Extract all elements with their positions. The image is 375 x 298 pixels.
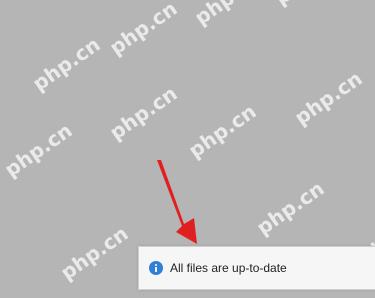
watermark-text: php.cn	[56, 221, 133, 285]
watermark-text: php.cn	[28, 32, 105, 96]
arrow-shape	[157, 160, 197, 244]
watermark-text: php.cn	[0, 118, 77, 182]
notification-message: All files are up-to-date	[170, 261, 287, 275]
watermark-text: php.cn	[270, 0, 346, 10]
watermark-text: php.cn	[105, 0, 182, 60]
watermark-text: php.cn	[184, 99, 261, 163]
watermark-text: php.cn	[190, 0, 266, 30]
status-notification: All files are up-to-date	[138, 246, 375, 290]
info-icon	[149, 261, 163, 275]
watermark-text: php.cn	[105, 81, 182, 145]
watermark-text: php.cn	[290, 66, 367, 130]
watermark-text: php.cn	[252, 176, 329, 240]
